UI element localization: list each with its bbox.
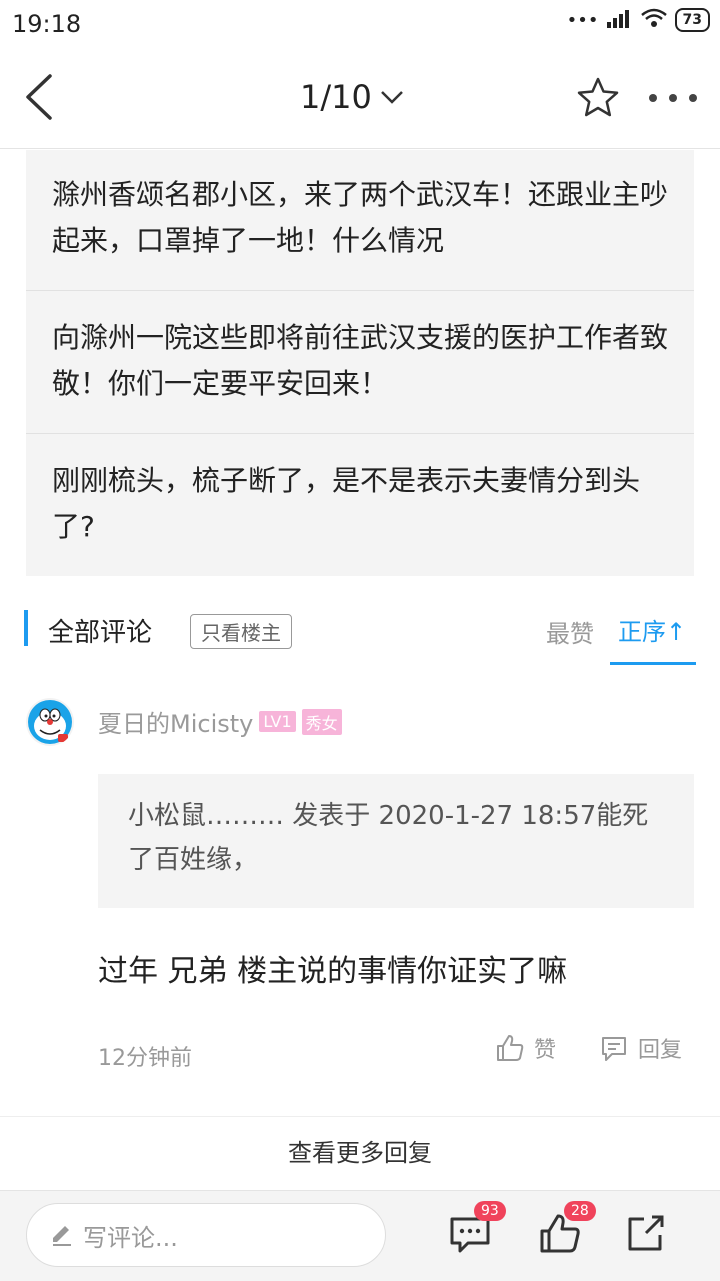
share-button[interactable]	[624, 1211, 672, 1259]
signal-icon	[606, 8, 633, 32]
wifi-icon	[640, 8, 667, 32]
more-options-button[interactable]	[646, 88, 700, 108]
like-count-badge: 28	[564, 1201, 596, 1221]
reply-comment-button[interactable]: 回复	[598, 1032, 682, 1064]
like-label: 赞	[534, 1038, 557, 1063]
quoted-comment[interactable]: 小松鼠……… 发表于 2020-1-27 18:57能死了百姓缘，	[98, 774, 694, 908]
comment-count-badge: 93	[474, 1201, 506, 1221]
chevron-left-icon	[26, 74, 52, 120]
status-time: 19:18	[12, 10, 82, 38]
topic-card-list: 滁州香颂名郡小区，来了两个武汉车！还跟业主吵起来，口罩掉了一地！什么情况 向滁州…	[26, 150, 694, 576]
view-more-replies-button[interactable]: 查看更多回复	[0, 1118, 720, 1188]
doraemon-avatar-icon	[28, 700, 72, 744]
comment-time: 12分钟前	[98, 1046, 192, 1071]
comment-text: 过年 兄弟 楼主说的事情你证实了嘛	[98, 954, 568, 989]
like-comment-button[interactable]: 赞	[494, 1032, 556, 1064]
favorite-button[interactable]	[574, 74, 622, 122]
more-dots-icon: •••	[566, 9, 599, 31]
page-selector[interactable]: 1/10	[300, 78, 404, 116]
star-icon	[577, 77, 619, 117]
bottom-action-bar: 写评论... 93 28	[0, 1190, 720, 1281]
thumbs-up-icon	[497, 1035, 524, 1061]
battery-indicator: 73	[674, 8, 710, 32]
sort-best-tab[interactable]: 最赞	[546, 614, 594, 649]
chevron-down-icon	[380, 91, 403, 104]
active-tab-underline	[610, 662, 696, 665]
pencil-icon	[53, 1226, 71, 1246]
title-badge: 秀女	[301, 708, 342, 735]
only-host-button[interactable]: 只看楼主	[190, 614, 292, 649]
comment-item: 夏日的Micisty LV1 秀女 小松鼠……… 发表于 2020-1-27 1…	[0, 680, 720, 1117]
sort-order-tab[interactable]: 正序↑	[618, 612, 686, 647]
section-accent-bar	[24, 610, 28, 646]
level-badge: LV1	[259, 711, 296, 732]
username: 夏日的Micisty	[98, 710, 254, 738]
comment-author[interactable]: 夏日的Micisty LV1 秀女	[98, 704, 342, 739]
write-comment-input[interactable]: 写评论...	[26, 1203, 386, 1267]
quote-text: 小松鼠……… 发表于 2020-1-27 18:57能死了百姓缘，	[128, 801, 649, 875]
comment-placeholder: 写评论...	[83, 1223, 178, 1252]
page-indicator: 1/10	[300, 78, 372, 116]
topic-card[interactable]: 向滁州一院这些即将前往武汉支援的医护工作者致敬！你们一定要平安回来！	[26, 291, 694, 434]
status-bar: 19:18 ••• 73	[0, 0, 720, 48]
back-button[interactable]	[20, 72, 60, 122]
avatar[interactable]	[26, 698, 74, 746]
reply-label: 回复	[638, 1038, 683, 1063]
reply-icon	[602, 1037, 626, 1061]
like-post-button[interactable]: 28	[538, 1201, 596, 1259]
comments-header: 全部评论 只看楼主 最赞 正序↑	[0, 596, 720, 668]
share-icon	[628, 1215, 664, 1251]
comments-title: 全部评论	[48, 618, 153, 648]
comments-button[interactable]: 93	[448, 1201, 506, 1259]
top-navigation: 1/10	[0, 48, 720, 149]
more-dots-icon	[649, 94, 697, 102]
status-icons: ••• 73	[567, 8, 710, 32]
topic-card[interactable]: 滁州香颂名郡小区，来了两个武汉车！还跟业主吵起来，口罩掉了一地！什么情况	[26, 150, 694, 291]
topic-card[interactable]: 刚刚梳头，梳子断了，是不是表示夫妻情分到头了?	[26, 434, 694, 576]
